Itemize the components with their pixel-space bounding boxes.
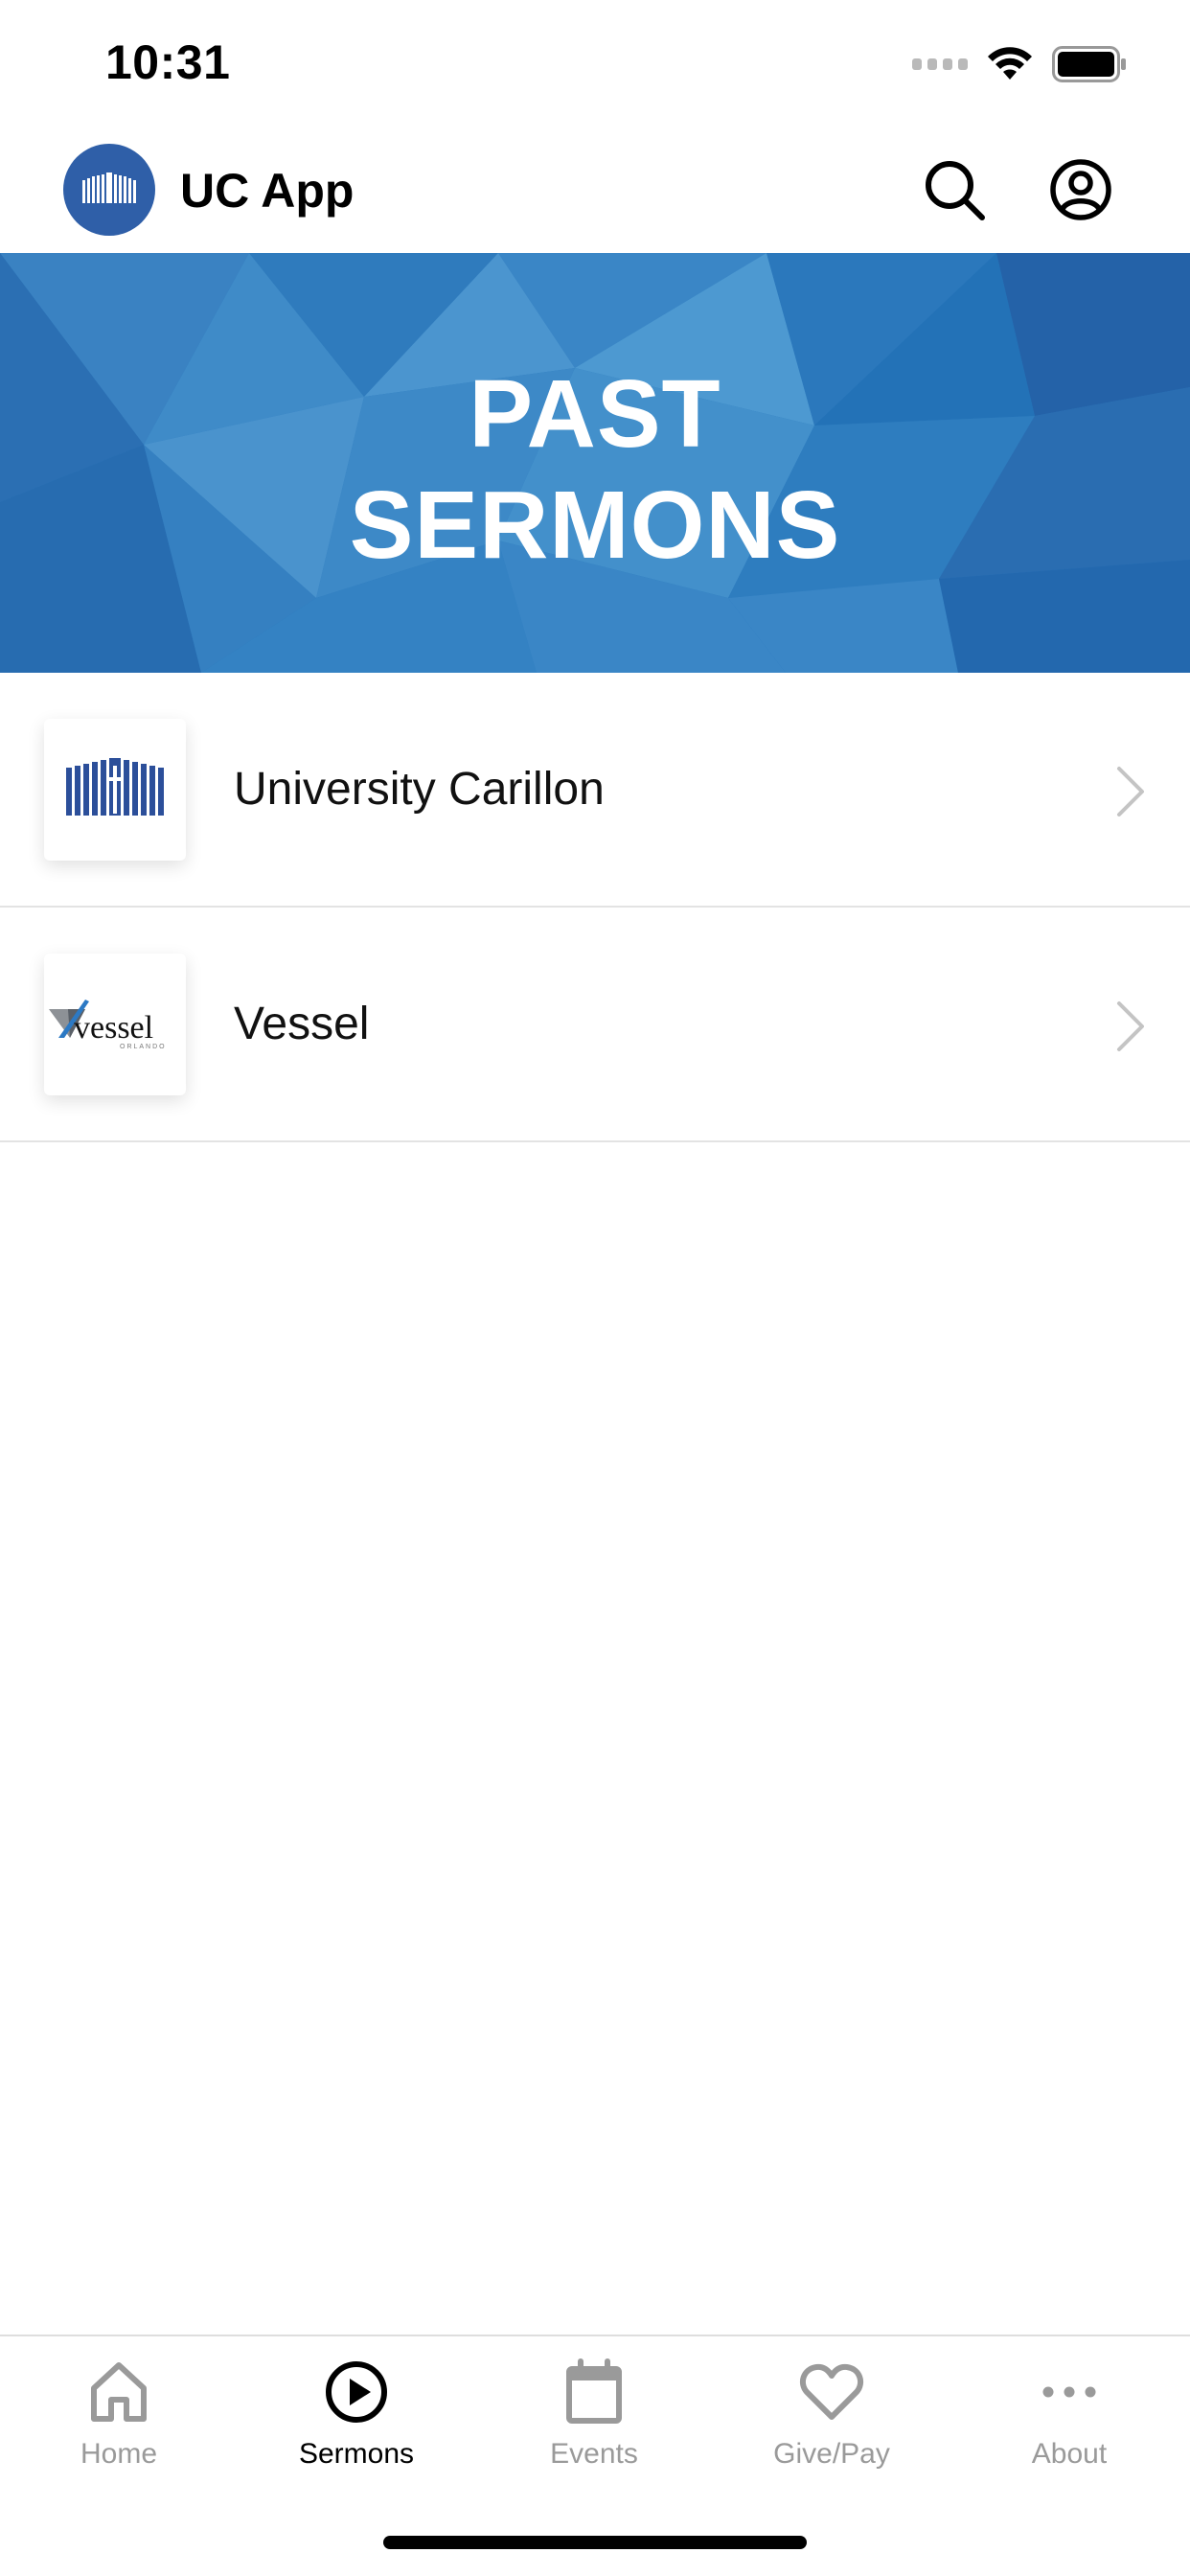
list-item-vessel[interactable]: vessel ORLANDO Vessel	[0, 908, 1190, 1142]
tab-label: Home	[80, 2438, 158, 2470]
home-indicator[interactable]	[383, 2536, 807, 2549]
banner-title-line1: PAST	[469, 360, 721, 468]
past-sermons-banner: PAST SERMONS	[0, 253, 1190, 673]
home-icon	[91, 2362, 147, 2422]
tab-about[interactable]: About	[950, 2358, 1188, 2501]
tab-label: Sermons	[298, 2438, 415, 2470]
cellular-signal-icon	[912, 58, 968, 70]
banner-title: PAST SERMONS	[0, 358, 1190, 581]
search-button[interactable]	[916, 151, 993, 228]
chevron-right-icon	[1117, 1001, 1144, 1051]
vessel-logo: vessel ORLANDO	[44, 954, 186, 1095]
account-circle-icon	[1050, 159, 1111, 220]
app-logo	[63, 144, 155, 236]
status-icons	[912, 42, 1127, 86]
sermon-label: University Carillon	[234, 764, 605, 815]
vessel-logo-wordmark: vessel	[74, 1010, 153, 1046]
more-icon	[1042, 2386, 1096, 2398]
banner-title-line2: SERMONS	[349, 472, 841, 579]
tab-sermons[interactable]: Sermons	[238, 2358, 475, 2501]
tab-label: Give/Pay	[773, 2438, 890, 2470]
status-time: 10:31	[105, 35, 231, 89]
search-icon	[926, 161, 985, 220]
vessel-logo-subtext: ORLANDO	[120, 1044, 167, 1050]
play-circle-icon	[326, 2361, 387, 2423]
university-carillon-logo	[44, 719, 186, 861]
tab-label: About	[1031, 2438, 1108, 2470]
wifi-icon	[988, 47, 1032, 80]
app-header: UC App	[0, 126, 1190, 253]
chevron-right-icon	[1117, 767, 1144, 816]
sermon-label: Vessel	[234, 999, 370, 1049]
tab-home[interactable]: Home	[0, 2358, 238, 2501]
list-item-university-carillon[interactable]: University Carillon	[0, 673, 1190, 908]
calendar-icon	[566, 2358, 622, 2424]
heart-icon	[799, 2363, 864, 2420]
sermon-list: University Carillon vessel ORLANDO Vesse…	[0, 673, 1190, 1142]
tab-give-pay[interactable]: Give/Pay	[713, 2358, 950, 2501]
status-bar: 10:31	[0, 0, 1190, 126]
tab-events[interactable]: Events	[475, 2358, 713, 2501]
profile-button[interactable]	[1042, 151, 1119, 228]
app-title: UC App	[180, 164, 355, 218]
tab-label: Events	[550, 2438, 638, 2470]
battery-icon	[1052, 46, 1126, 82]
